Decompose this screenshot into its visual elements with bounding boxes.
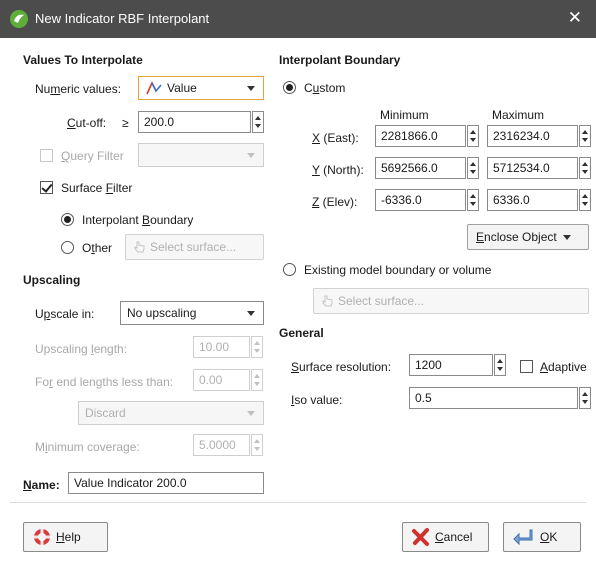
ok-arrow-icon <box>513 529 533 546</box>
cutoff-spinner[interactable] <box>252 111 264 133</box>
help-button[interactable]: Help <box>23 522 108 552</box>
query-filter-combo[interactable] <box>138 143 264 167</box>
z-max-spinner[interactable] <box>579 189 591 211</box>
iso-value-input[interactable]: 0.5 <box>409 387 578 409</box>
query-filter-checkbox[interactable] <box>40 149 53 162</box>
x-min-input[interactable]: 2281866.0 <box>375 125 466 147</box>
end-lengths-input[interactable]: 0.00 <box>193 369 250 391</box>
adaptive-checkbox[interactable] <box>520 360 533 373</box>
minimum-column-header: Minimum <box>380 108 429 122</box>
indicator-icon <box>146 81 162 95</box>
ok-button[interactable]: OK <box>503 522 581 552</box>
z-min-spinner[interactable] <box>467 189 479 211</box>
select-surface-button-right[interactable]: Select surface... <box>313 288 589 314</box>
window-title: New Indicator RBF Interpolant <box>35 11 210 26</box>
iso-value-label: Iso value: <box>291 393 343 407</box>
maximum-column-header: Maximum <box>492 108 545 122</box>
app-logo-icon <box>10 10 28 28</box>
surface-resolution-label: Surface resolution: <box>291 360 392 374</box>
enclose-object-button[interactable]: Enclose Object <box>467 224 589 250</box>
surface-filter-label: Surface Filter <box>61 181 133 195</box>
upscale-in-combo[interactable]: No upscaling <box>120 301 264 325</box>
adaptive-label: Adaptive <box>540 360 587 374</box>
name-label: Name: <box>23 478 60 492</box>
query-filter-label: Query Filter <box>61 149 124 163</box>
end-lengths-spinner[interactable] <box>251 369 263 391</box>
other-radio[interactable] <box>61 241 74 254</box>
y-max-spinner[interactable] <box>579 157 591 179</box>
upscaling-header: Upscaling <box>23 273 81 287</box>
general-header: General <box>279 326 324 340</box>
cutoff-input[interactable]: 200.0 <box>138 111 251 133</box>
values-to-interpolate-header: Values To Interpolate <box>23 53 143 67</box>
surface-resolution-input[interactable]: 1200 <box>409 354 493 376</box>
end-action-combo[interactable]: Discard <box>78 401 264 425</box>
surface-resolution-spinner[interactable] <box>494 354 506 376</box>
x-max-input[interactable]: 2316234.0 <box>487 125 578 147</box>
cutoff-label: Cut-off: <box>67 116 107 130</box>
interpolant-boundary-radio-label: Interpolant Boundary <box>82 213 194 227</box>
surface-filter-checkbox[interactable] <box>40 181 53 194</box>
upscale-in-label: Upscale in: <box>35 307 95 321</box>
dialog-body: Values To Interpolate Numeric values: Va… <box>0 38 596 562</box>
y-min-spinner[interactable] <box>467 157 479 179</box>
x-max-spinner[interactable] <box>579 125 591 147</box>
custom-radio-label: Custom <box>304 81 346 95</box>
end-lengths-label: For end lengths less than: <box>35 375 174 389</box>
y-min-input[interactable]: 5692566.0 <box>375 157 466 179</box>
minimum-coverage-spinner[interactable] <box>251 434 263 456</box>
z-min-input[interactable]: -6336.0 <box>375 189 466 211</box>
z-max-input[interactable]: 6336.0 <box>487 189 578 211</box>
chevron-down-icon <box>562 235 571 241</box>
upscaling-length-input[interactable]: 10.00 <box>193 336 250 358</box>
interpolant-boundary-radio[interactable] <box>61 213 74 226</box>
footer-divider <box>10 502 586 503</box>
minimum-coverage-input[interactable]: 5.0000 <box>193 434 250 456</box>
footer-bar: Help Cancel OK <box>0 506 596 562</box>
custom-radio[interactable] <box>283 81 296 94</box>
cutoff-symbol: ≥ <box>122 116 129 130</box>
title-bar: New Indicator RBF Interpolant ✕ <box>0 0 596 38</box>
upscaling-length-spinner[interactable] <box>251 336 263 358</box>
name-input[interactable]: Value Indicator 200.0 <box>68 472 264 494</box>
upscaling-length-label: Upscaling length: <box>35 342 128 356</box>
existing-boundary-radio[interactable] <box>283 263 296 276</box>
x-min-spinner[interactable] <box>467 125 479 147</box>
hand-pointer-icon <box>134 241 145 253</box>
numeric-values-label: Numeric values: <box>35 82 122 96</box>
numeric-values-combo[interactable]: Value <box>138 76 264 100</box>
other-radio-label: Other <box>82 241 113 255</box>
hand-pointer-icon <box>322 295 333 307</box>
existing-boundary-label: Existing model boundary or volume <box>304 263 492 277</box>
iso-value-spinner[interactable] <box>579 387 591 409</box>
y-north-label: Y (North): <box>312 163 364 177</box>
close-icon[interactable]: ✕ <box>568 8 582 28</box>
cancel-button[interactable]: Cancel <box>402 522 489 552</box>
lifebuoy-icon <box>34 529 50 545</box>
cross-icon <box>412 528 429 546</box>
y-max-input[interactable]: 5712534.0 <box>487 157 578 179</box>
minimum-coverage-label: Minimum coverage: <box>35 440 140 454</box>
interpolant-boundary-header: Interpolant Boundary <box>279 53 401 67</box>
z-elev-label: Z (Elev): <box>312 195 358 209</box>
x-east-label: X (East): <box>312 131 359 145</box>
select-surface-button-left[interactable]: Select surface... <box>125 234 264 260</box>
